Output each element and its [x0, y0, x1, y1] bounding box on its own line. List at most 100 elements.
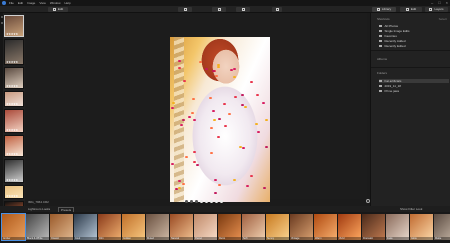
thumbnail-strip: ★★★★★ ★★★★★ ★★★★★ ★★★★★ ★★★★★ ★★★★★ ★★★★★ ★★★★★ — [3, 13, 25, 213]
page-dots — [185, 200, 223, 203]
petal — [244, 106, 248, 109]
thumbnail[interactable]: ★★★★★ — [4, 135, 24, 157]
petal — [209, 126, 213, 129]
tab-library[interactable]: Library — [372, 7, 396, 12]
page-dot[interactable] — [185, 200, 188, 203]
edit-mode-label: Edit — [57, 7, 64, 11]
filter-preset-label: Vintage — [290, 237, 313, 240]
filter-preset-thumbnail[interactable]: Sunny — [266, 214, 289, 240]
folder-item[interactable]: Fat artificials — [379, 79, 449, 83]
folder-item[interactable]: Prime jaws — [379, 89, 449, 93]
petal — [217, 183, 221, 186]
star-rating: ★★★★★ — [6, 60, 18, 64]
filter-preset-thumbnail[interactable]: Amber — [1, 213, 26, 241]
file-name: IMG_7964.CR2 — [28, 200, 49, 204]
filter-preset-thumbnail[interactable]: Pastel — [194, 214, 217, 240]
menu-window[interactable]: Window — [50, 1, 61, 5]
page-dot[interactable] — [205, 200, 208, 203]
menu-help[interactable]: Help — [64, 1, 70, 5]
filter-preset-thumbnail[interactable]: Vivid — [338, 214, 361, 240]
thumbnail[interactable]: ★★★★★ — [4, 15, 24, 37]
divider — [371, 67, 450, 68]
minimize-button[interactable]: – — [431, 0, 433, 5]
tab-lightroom-looks[interactable]: Lightroom Looks — [28, 207, 50, 211]
heart-icon — [379, 34, 382, 38]
filter-preset-thumbnail[interactable]: Dramatic — [362, 214, 385, 240]
filter-preset-thumbnail[interactable]: Natural — [170, 214, 193, 240]
thumbnail[interactable]: ★★★★★ — [4, 67, 24, 89]
filter-preset-thumbnail[interactable]: Soft — [242, 214, 265, 240]
filter-preset-thumbnail[interactable]: Golden — [122, 214, 145, 240]
petal — [213, 118, 217, 121]
thumbnail[interactable]: ★★★★★ — [4, 185, 24, 199]
single-edit-icon — [379, 29, 382, 33]
star-rating: ★★★★★ — [6, 32, 18, 36]
shortcut-item[interactable]: Favorites — [379, 34, 449, 38]
petal — [192, 151, 196, 154]
petal — [170, 162, 174, 165]
thumbnail[interactable]: ★★★★★ — [4, 159, 24, 183]
petal — [249, 80, 253, 83]
shortcuts-select-link[interactable]: Select — [439, 17, 447, 21]
menu-edit[interactable]: Edit — [18, 1, 23, 5]
filter-preset-thumbnail[interactable]: Matte — [434, 214, 450, 240]
main-photo[interactable] — [170, 37, 270, 202]
page-dot[interactable] — [220, 200, 223, 203]
page-dot[interactable] — [195, 200, 198, 203]
close-button[interactable]: × — [446, 0, 448, 5]
petal — [190, 112, 194, 115]
grid-view-button[interactable] — [212, 7, 226, 12]
image-canvas[interactable] — [25, 13, 367, 202]
petal — [192, 98, 196, 101]
thumbnail[interactable]: ★★★★★ — [4, 39, 24, 65]
filter-preset-thumbnail[interactable]: Warm — [314, 214, 337, 240]
thumbnail[interactable]: ★★★★★ — [4, 109, 24, 133]
filter-preset-thumbnail[interactable]: Vintage — [290, 214, 313, 240]
tab-layers[interactable]: Layers — [425, 7, 448, 12]
fit-view-button[interactable] — [236, 7, 250, 12]
page-dot[interactable] — [210, 200, 213, 203]
window-controls: – □ × — [431, 0, 448, 5]
filter-preset-thumbnail[interactable]: Muted — [146, 214, 169, 240]
fullscreen-button[interactable] — [272, 7, 282, 12]
edit-mode-button[interactable]: Edit — [48, 7, 68, 12]
menu-image[interactable]: Image — [27, 1, 35, 5]
show-filter-look-button[interactable]: Show Filter Look — [400, 207, 422, 211]
petal — [195, 164, 199, 167]
shortcut-item[interactable]: Single Image Edits — [379, 29, 449, 33]
library-icon — [376, 8, 380, 11]
page-dot[interactable] — [190, 200, 193, 203]
filter-preset-thumbnail[interactable]: Glow — [410, 214, 433, 240]
tab-edit[interactable]: Edit — [400, 7, 422, 12]
filter-preset-thumbnail[interactable]: Classic — [50, 214, 73, 240]
page-dot[interactable] — [200, 200, 203, 203]
filter-preset-thumbnail[interactable]: Film — [98, 214, 121, 240]
albums-heading: Albums — [377, 57, 388, 61]
filter-preset-thumbnail[interactable]: Fade — [386, 214, 409, 240]
menu-file[interactable]: File — [9, 1, 14, 5]
menu-view[interactable]: View — [39, 1, 45, 5]
thumbnail[interactable]: ★★★★★ — [4, 91, 24, 107]
page-dot[interactable] — [215, 200, 218, 203]
petal — [233, 67, 237, 70]
petal — [256, 94, 260, 97]
shortcut-label: All Photos — [384, 24, 399, 28]
petal — [181, 119, 185, 122]
petal — [181, 182, 185, 185]
filter-preset-thumbnail[interactable]: Cool — [74, 214, 97, 240]
folder-item[interactable]: 2019_11_18 — [379, 84, 449, 88]
compare-button[interactable] — [178, 7, 192, 12]
petal — [232, 76, 236, 79]
filter-preset-thumbnail[interactable]: Black & White — [26, 214, 49, 240]
shortcut-item[interactable]: All Photos — [379, 24, 449, 28]
maximize-button[interactable]: □ — [438, 0, 440, 5]
petal — [213, 179, 217, 182]
divider — [371, 50, 450, 51]
shortcut-item[interactable]: Recently Added — [379, 39, 449, 43]
shortcut-item[interactable]: Recently Edited — [379, 44, 449, 48]
pencil-icon — [379, 44, 382, 48]
petal — [223, 125, 227, 128]
petal — [261, 102, 265, 105]
filter-preset-thumbnail[interactable]: Retro — [218, 214, 241, 240]
petal — [192, 161, 196, 164]
